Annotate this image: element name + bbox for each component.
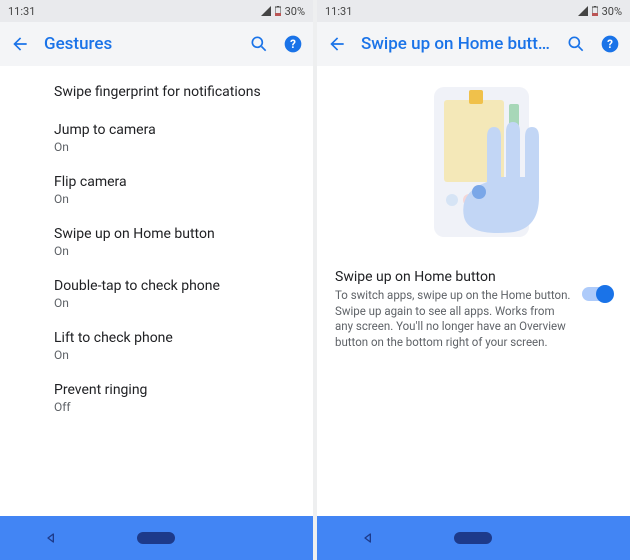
status-time: 11:31 [8,5,35,18]
detail-title: Swipe up on Home button [335,269,572,285]
toggle-switch[interactable] [582,287,612,301]
item-title: Swipe fingerprint for notifications [54,84,295,100]
battery-icon [592,6,598,16]
nav-home-pill[interactable] [449,532,497,544]
item-sub: On [54,192,295,206]
svg-text:?: ? [290,37,296,51]
nav-home-pill[interactable] [132,532,180,544]
detail-content: Swipe up on Home button To switch apps, … [317,66,630,516]
status-right: 30% [261,5,305,18]
phone-left: 11:31 30% Gestures ? Swipe fingerprint f… [0,0,313,560]
nav-bar [317,516,630,560]
status-right: 30% [578,5,622,18]
item-sub: Off [54,400,295,414]
help-icon[interactable]: ? [283,34,303,54]
item-title: Double-tap to check phone [54,278,295,294]
help-icon[interactable]: ? [600,34,620,54]
illustration [317,74,630,255]
status-bar: 11:31 30% [317,0,630,22]
app-bar: Swipe up on Home butt... ? [317,22,630,66]
nav-back-icon[interactable] [345,530,393,546]
item-title: Jump to camera [54,122,295,138]
detail-section: Swipe up on Home button To switch apps, … [317,255,630,350]
status-time: 11:31 [325,5,352,18]
phone-right: 11:31 30% Swipe up on Home butt... ? [317,0,630,560]
gesture-item-jump-camera[interactable]: Jump to camera On [0,112,313,164]
item-title: Flip camera [54,174,295,190]
item-sub: On [54,244,295,258]
item-sub: On [54,140,295,154]
signal-icon [578,6,588,16]
settings-list: Swipe fingerprint for notifications Jump… [0,66,313,516]
gesture-item-double-tap[interactable]: Double-tap to check phone On [0,268,313,320]
back-icon[interactable] [10,34,30,54]
back-icon[interactable] [327,34,347,54]
signal-icon [261,6,271,16]
page-title: Gestures [44,34,235,54]
detail-description: To switch apps, swipe up on the Home but… [335,288,572,350]
status-bar: 11:31 30% [0,0,313,22]
app-bar: Gestures ? [0,22,313,66]
search-icon[interactable] [566,34,586,54]
nav-back-icon[interactable] [28,530,76,546]
battery-icon [275,6,281,16]
svg-text:?: ? [607,37,613,51]
item-title: Swipe up on Home button [54,226,295,242]
page-title: Swipe up on Home butt... [361,34,552,54]
gesture-item-prevent-ringing[interactable]: Prevent ringing Off [0,372,313,424]
item-sub: On [54,348,295,362]
gesture-item-lift[interactable]: Lift to check phone On [0,320,313,372]
item-title: Prevent ringing [54,382,295,398]
item-title: Lift to check phone [54,330,295,346]
battery-percent: 30% [285,5,305,18]
gesture-item-flip-camera[interactable]: Flip camera On [0,164,313,216]
item-sub: On [54,296,295,310]
search-icon[interactable] [249,34,269,54]
gesture-item-fingerprint[interactable]: Swipe fingerprint for notifications [0,74,313,112]
gesture-item-swipe-home[interactable]: Swipe up on Home button On [0,216,313,268]
nav-bar [0,516,313,560]
battery-percent: 30% [602,5,622,18]
